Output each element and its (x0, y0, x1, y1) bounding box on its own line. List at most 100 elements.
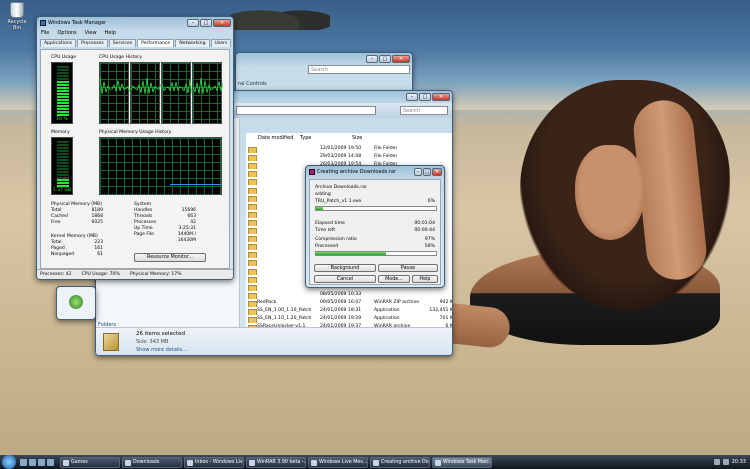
cpu-usage-value: 70 % (56, 117, 68, 122)
volume-icon[interactable] (722, 459, 729, 465)
file-row[interactable]: 29/03/2009 14:08 File Folder (246, 153, 452, 162)
cpu-history-core-1 (99, 62, 131, 124)
tab-networking[interactable]: Networking (175, 39, 210, 47)
file-row[interactable]: SS_EN_1.10_1.20_Patch 24/01/2009 19:29 App… (246, 315, 453, 324)
minimize-button[interactable]: – (406, 93, 418, 101)
status-processes: Processes: 42 (40, 272, 72, 277)
column-header-type[interactable]: Type (300, 135, 311, 144)
file-date: 24/01/2009 19:29 (320, 316, 362, 322)
menu-file[interactable]: File (41, 30, 49, 37)
maximize-button[interactable]: □ (379, 55, 391, 63)
stat-row: Free 6025 (51, 220, 103, 226)
file-name: SS_EN_1.00_1.10_Patch (246, 307, 320, 315)
recycle-bin-desktop-icon[interactable]: Recycle Bin (4, 2, 30, 31)
tab-performance[interactable]: Performance (137, 39, 175, 47)
file-row[interactable]: 12/01/2009 19:50 File Folder (246, 145, 452, 153)
time-left-value: 00:00:44 (414, 228, 435, 233)
network-icon[interactable] (713, 459, 720, 465)
memory-meter: 1.37 GB (51, 137, 73, 195)
minimize-button[interactable]: – (366, 55, 378, 63)
wallpaper-figure-face (575, 145, 645, 240)
taskbar-button[interactable]: Windows Live Mes... (308, 456, 368, 468)
control-panel-titlebar[interactable]: – □ ✕ (236, 53, 412, 65)
cpu-meter-fill (57, 81, 69, 116)
taskbar-button[interactable]: Inbox - Windows Liv... (184, 456, 244, 468)
elapsed-label: Elapsed time (315, 221, 345, 226)
file-name (246, 145, 320, 153)
media-player-icon[interactable] (47, 458, 54, 466)
selection-size: Size: 343 MB (136, 339, 169, 345)
maximize-button[interactable]: □ (419, 93, 431, 101)
search-input[interactable]: Search (400, 106, 448, 115)
small-background-window[interactable] (56, 286, 96, 320)
memory-history-label: Physical Memory Usage History (99, 130, 172, 135)
close-button[interactable]: ✕ (432, 93, 450, 101)
column-header-date[interactable]: Date modified (258, 135, 293, 144)
switch-windows-icon[interactable] (29, 458, 36, 466)
task-manager-window[interactable]: Windows Task Manager – □ ✕ File Options Vi… (36, 16, 234, 280)
memory-history-graph (99, 137, 222, 195)
tab-users[interactable]: Users (210, 39, 232, 47)
file-size (426, 291, 452, 299)
close-button[interactable]: ✕ (213, 19, 231, 27)
taskbar-button[interactable]: WinRAR 3.90 beta -... (246, 456, 306, 468)
task-manager-titlebar[interactable]: Windows Task Manager – □ ✕ (37, 17, 233, 29)
memory-value: 1.37 GB (52, 188, 72, 193)
taskbar: Games Downloads Inbox - Windows Liv... WinR… (0, 455, 750, 469)
compression-ratio-label: Compression ratio (315, 237, 357, 242)
file-type (374, 291, 426, 299)
processed-value: 58% (424, 244, 435, 249)
tab-services[interactable]: Services (108, 39, 137, 47)
start-button[interactable] (2, 455, 16, 469)
pause-button[interactable]: Pause (378, 264, 438, 272)
close-button[interactable]: ✕ (392, 55, 410, 63)
mode-button[interactable]: Mode... (378, 275, 410, 283)
minimize-button[interactable]: – (414, 168, 422, 176)
file-size: 701 KB (439, 316, 453, 322)
file-date: 29/03/2009 14:08 (320, 154, 362, 160)
kernel-memory-heading: Kernel Memory (MB) (51, 234, 98, 239)
column-header-size[interactable]: Size (352, 135, 362, 144)
file-size: 942 KB (439, 299, 453, 305)
cpu-core-4-line (192, 78, 224, 94)
file-row[interactable]: 08/05/2009 10:33 (246, 291, 452, 299)
address-bar[interactable] (236, 106, 376, 115)
file-date: 08/05/2009 10:33 (320, 291, 362, 297)
taskbar-button[interactable]: Windows Task Man... (432, 456, 492, 468)
winrar-progress-dialog[interactable]: Creating archive Downloads.rar – □ ✕ Archi… (305, 165, 445, 288)
cpu-history-core-3 (161, 62, 193, 124)
cpu-core-3-line (161, 79, 193, 95)
cpu-core-1-line (99, 76, 131, 94)
maximize-button[interactable]: □ (423, 168, 431, 176)
recycle-bin-label: Recycle Bin (7, 19, 27, 31)
file-row[interactable]: RedPack 09/05/2009 16:07 WinRAR ZIP archiv… (246, 299, 453, 307)
status-bar: Processes: 42 CPU Usage: 70% Physical Me… (37, 269, 233, 279)
resource-monitor-button[interactable]: Resource Monitor... (134, 253, 206, 262)
cancel-button[interactable]: Cancel (314, 275, 376, 283)
taskbar-button[interactable]: Games (60, 456, 120, 468)
menu-options[interactable]: Options (57, 30, 76, 37)
tab-processes[interactable]: Processes (77, 39, 108, 47)
menu-view[interactable]: View (85, 30, 97, 37)
stat-key: Page File (134, 232, 154, 237)
background-button[interactable]: Background (314, 264, 376, 272)
maximize-button[interactable]: □ (200, 19, 212, 27)
taskbar-button[interactable]: Creating archive Do... (370, 456, 430, 468)
processed-label: Processed (315, 244, 339, 249)
file-type: Application (374, 316, 400, 322)
show-desktop-icon[interactable] (20, 458, 27, 466)
close-button[interactable]: ✕ (432, 168, 442, 176)
show-more-details-link[interactable]: Show more details... (136, 347, 187, 353)
file-row[interactable]: SS_EN_1.00_1.10_Patch 24/01/2009 18:31 App… (246, 307, 452, 315)
physical-memory-heading: Physical Memory (MB) (51, 202, 102, 207)
search-input[interactable]: Search (308, 65, 410, 74)
file-type: WinRAR ZIP archive (374, 299, 420, 305)
minimize-button[interactable]: – (187, 19, 199, 27)
browser-icon[interactable] (38, 458, 45, 466)
help-button[interactable]: Help (412, 275, 438, 283)
taskbar-button[interactable]: Downloads (122, 456, 182, 468)
winrar-titlebar[interactable]: Creating archive Downloads.rar – □ ✕ (306, 166, 444, 178)
clock[interactable]: 20:33 (732, 459, 746, 465)
menu-help[interactable]: Help (105, 30, 116, 37)
tab-applications[interactable]: Applications (40, 39, 77, 47)
